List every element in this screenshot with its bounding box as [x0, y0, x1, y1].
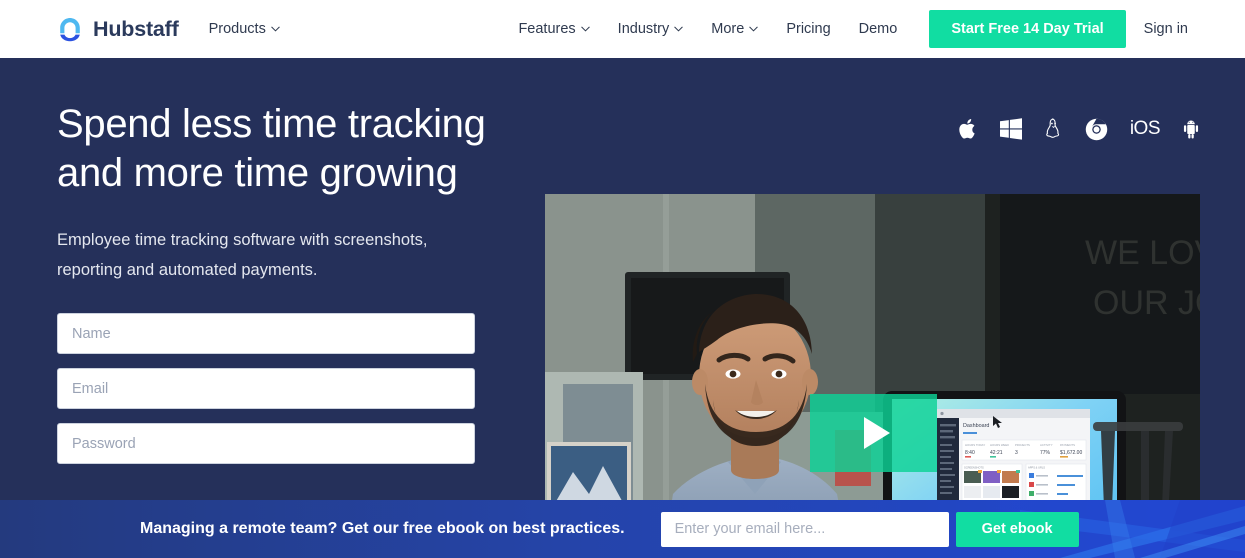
nav-item-features[interactable]: Features: [518, 21, 603, 37]
svg-text:77%: 77%: [1040, 450, 1051, 456]
landing-page: Hubstaff Products Features Industry More…: [0, 0, 1245, 558]
start-free-trial-button[interactable]: Start Free 14 Day Trial: [929, 10, 1126, 48]
chevron-down-icon: [674, 26, 684, 32]
chevron-down-icon: [749, 26, 759, 32]
play-triangle-icon: [863, 417, 890, 449]
primary-nav-right: Features Industry More Pricing Demo Star…: [518, 10, 1245, 48]
banner-email-input[interactable]: [660, 511, 949, 547]
platform-icon-row: iOS: [958, 115, 1200, 143]
nav-item-label: Features: [518, 21, 576, 37]
ios-text[interactable]: iOS: [1130, 115, 1161, 143]
svg-text:PROJECTS: PROJECTS: [1015, 443, 1030, 447]
hero-title-line-1: Spend less time tracking: [57, 102, 486, 146]
windows-icon[interactable]: [999, 115, 1022, 143]
android-icon[interactable]: [1182, 115, 1200, 143]
linux-icon[interactable]: [1044, 115, 1063, 143]
email-input[interactable]: [57, 368, 475, 409]
nav-item-label: Demo: [858, 21, 898, 37]
chrome-icon[interactable]: [1085, 115, 1108, 143]
svg-text:HOURS WEEK: HOURS WEEK: [990, 443, 1009, 447]
svg-text:$1,672.00: $1,672.00: [1060, 450, 1082, 456]
site-header: Hubstaff Products Features Industry More…: [0, 0, 1245, 58]
hubstaff-logo-icon: [57, 16, 83, 42]
nav-item-label: More: [711, 21, 745, 37]
chevron-down-icon: [580, 26, 590, 32]
password-input[interactable]: [57, 423, 475, 464]
nav-item-industry[interactable]: Industry: [604, 21, 698, 37]
banner-content: Managing a remote team? Get our free ebo…: [0, 500, 1245, 558]
svg-text:APPS & URLS: APPS & URLS: [1028, 466, 1045, 470]
hero-section: iOS Spend less time tracking and more ti…: [0, 58, 1245, 500]
banner-headline: Managing a remote team? Get our free ebo…: [140, 520, 625, 537]
hero-video-thumbnail[interactable]: WE LOVE OUR JOB: [545, 194, 1200, 500]
hero-title-line-2: and more time growing: [57, 151, 458, 195]
svg-text:PAYMENTS: PAYMENTS: [1060, 443, 1075, 447]
svg-text:42:21: 42:21: [990, 450, 1003, 456]
nav-item-more[interactable]: More: [697, 21, 772, 37]
svg-text:3: 3: [1015, 450, 1018, 456]
signup-form: [57, 313, 475, 478]
svg-text:SCREENSHOTS: SCREENSHOTS: [964, 466, 984, 470]
svg-text:8:40: 8:40: [965, 450, 975, 456]
nav-item-products[interactable]: Products: [209, 21, 294, 37]
svg-text:HOURS TODAY: HOURS TODAY: [965, 443, 985, 447]
hero-subtitle-line-1: Employee time tracking software with scr…: [57, 231, 428, 249]
hero-copy-column: Spend less time tracking and more time g…: [57, 100, 487, 478]
primary-nav-left: Products: [209, 21, 294, 37]
hero-subtitle: Employee time tracking software with scr…: [57, 225, 487, 285]
nav-item-pricing[interactable]: Pricing: [772, 21, 844, 37]
svg-text:Dashboard: Dashboard: [963, 423, 989, 429]
get-ebook-button[interactable]: Get ebook: [955, 511, 1079, 547]
svg-text:WE LOVE: WE LOVE: [1085, 234, 1200, 272]
brand-name: Hubstaff: [93, 16, 179, 41]
hero-subtitle-line-2: reporting and automated payments.: [57, 261, 318, 279]
sign-in-link[interactable]: Sign in: [1144, 21, 1188, 37]
nav-item-label: Industry: [617, 21, 670, 37]
svg-text:ACTIVITY: ACTIVITY: [1040, 443, 1053, 447]
page-title: Spend less time tracking and more time g…: [57, 100, 487, 198]
chevron-down-icon: [271, 26, 280, 32]
nav-item-label: Pricing: [786, 21, 831, 37]
name-input[interactable]: [57, 313, 475, 354]
apple-icon[interactable]: [958, 115, 978, 143]
svg-text:OUR JOB: OUR JOB: [1093, 284, 1200, 322]
ebook-banner: Managing a remote team? Get our free ebo…: [0, 500, 1245, 558]
nav-item-demo[interactable]: Demo: [845, 21, 912, 37]
play-button[interactable]: [810, 394, 937, 472]
nav-item-label: Products: [208, 21, 266, 37]
brand-logo-link[interactable]: Hubstaff: [57, 16, 179, 42]
